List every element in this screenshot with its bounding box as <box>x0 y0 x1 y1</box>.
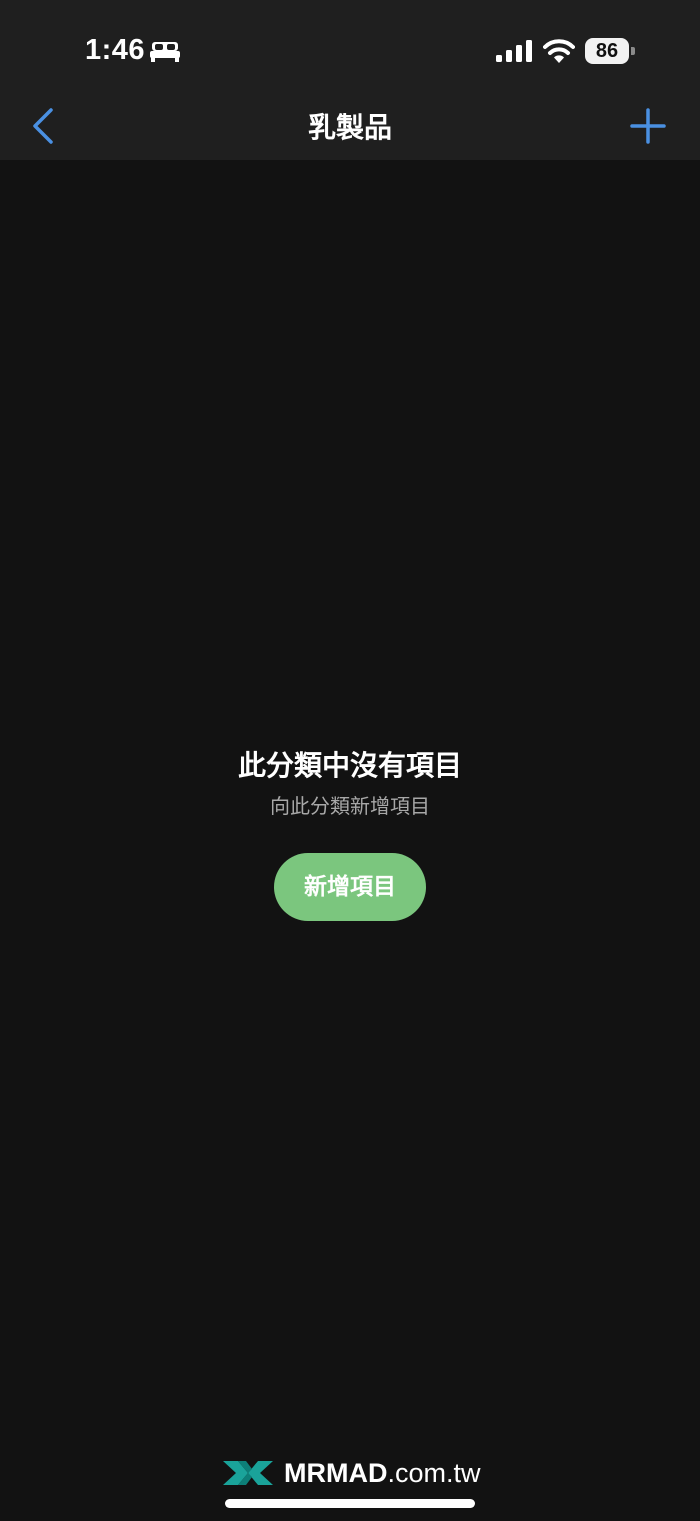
empty-state-title: 此分類中沒有項目 <box>237 749 462 782</box>
status-bar: 1:46 86 <box>0 0 700 92</box>
empty-state-subtitle: 向此分類新增項目 <box>270 794 430 818</box>
mrmad-logo-icon <box>223 1461 273 1485</box>
add-button[interactable] <box>626 104 670 148</box>
wifi-icon <box>543 39 575 63</box>
watermark-text: MRMAD.com.tw <box>284 1457 481 1489</box>
add-item-button[interactable]: 新增項目 <box>274 853 426 921</box>
cellular-signal-icon <box>496 40 532 62</box>
battery-level: 86 <box>585 38 629 64</box>
watermark-domain: .com.tw <box>387 1458 481 1488</box>
status-time: 1:46 <box>85 34 146 66</box>
bed-icon <box>150 42 180 62</box>
battery-cap <box>631 47 635 55</box>
page-title: 乳製品 <box>307 111 392 144</box>
watermark-brand: MRMAD <box>284 1458 388 1488</box>
watermark: MRMAD.com.tw <box>220 1457 490 1489</box>
battery-indicator: 86 <box>585 38 635 64</box>
home-indicator[interactable] <box>225 1499 475 1508</box>
empty-content-area: 此分類中沒有項目 向此分類新增項目 新增項目 <box>0 160 700 1521</box>
navigation-bar: 乳製品 <box>0 92 700 160</box>
